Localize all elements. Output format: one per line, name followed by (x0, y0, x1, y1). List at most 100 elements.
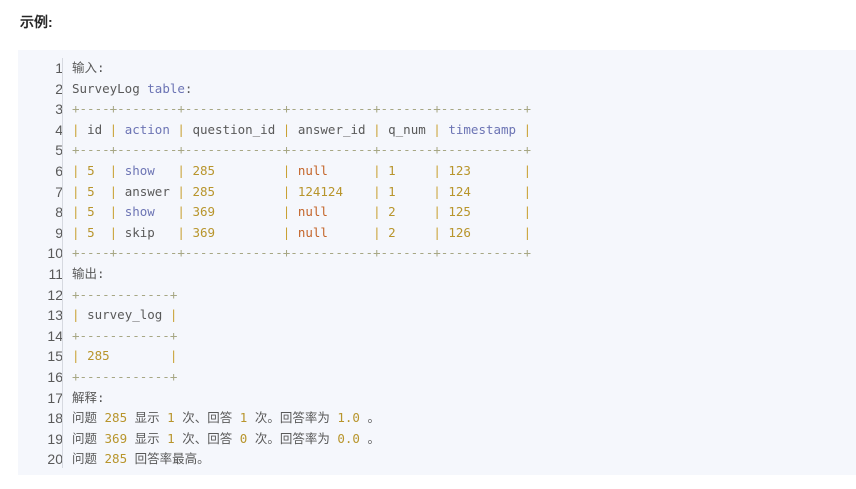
code-token: action (124, 121, 170, 137)
code-token: 123 (448, 162, 471, 178)
gutter-divider (62, 58, 63, 468)
code-token: | (425, 121, 449, 137)
code-token: survey_log (87, 307, 163, 323)
code-token: 1.0 (337, 410, 360, 426)
code-token: | (470, 224, 532, 240)
code-token: | (470, 183, 532, 199)
code-line: 输入: (72, 58, 531, 79)
line-number: 12 (47, 286, 63, 303)
code-token: | (94, 204, 125, 220)
code-token: null (297, 224, 328, 240)
code-line: 输出: (72, 264, 531, 285)
code-line: +------------+ (72, 326, 531, 347)
code-token: show (124, 162, 155, 178)
line-number: 15 (47, 348, 63, 365)
code-token: +----+--------+-------------+-----------… (72, 101, 532, 117)
line-number: 10 (47, 245, 63, 262)
code-token: 285 (192, 183, 216, 199)
code-line: 问题 369 显示 1 次、回答 0 次。回答率为 0.0 。 (72, 429, 531, 450)
code-token: 285 (104, 410, 128, 426)
code-token: 输入: (72, 60, 105, 75)
code-token: | (102, 121, 125, 137)
code-line: +------------+ (72, 367, 531, 388)
code-token: +------------+ (72, 368, 178, 384)
code-line: | 5 | show | 369 | null | 2 | 125 | (72, 202, 531, 223)
code-token: | (72, 162, 88, 178)
code-token: | (395, 183, 449, 199)
code-token: id (87, 121, 103, 137)
section-title: 示例: (20, 14, 53, 30)
code-token: | (72, 348, 88, 364)
line-number: 16 (47, 368, 63, 385)
code-token: 次。回答率为 (247, 430, 338, 446)
code-token: 次、回答 (174, 430, 240, 446)
code-token: | (154, 162, 193, 178)
code-token: 问题 (72, 451, 105, 467)
code-token: 次。回答率为 (247, 410, 338, 426)
code-token: 126 (448, 224, 471, 240)
code-token: | (72, 224, 88, 240)
code-token: null (297, 162, 328, 178)
code-token: 5 (87, 224, 95, 240)
code-line: 解释: (72, 388, 531, 409)
code-token: 。 (359, 410, 380, 426)
code-token: | (215, 204, 298, 220)
code-token: | (470, 204, 532, 220)
code-line: +----+--------+-------------+-----------… (72, 243, 531, 264)
code-token: 1 (388, 183, 396, 199)
code-token: 问题 (72, 430, 105, 446)
code-line: 问题 285 显示 1 次、回答 1 次。回答率为 1.0 。 (72, 408, 531, 429)
code-line: | survey_log | (72, 305, 531, 326)
code-token: | (94, 183, 125, 199)
code-token: | (327, 224, 389, 240)
code-token: | (395, 204, 449, 220)
code-token: 285 (104, 451, 128, 467)
code-token: 5 (87, 162, 95, 178)
line-number: 1 (55, 60, 63, 76)
line-number: 13 (47, 307, 63, 324)
code-token: timestamp (448, 121, 517, 137)
code-token: | (327, 204, 389, 220)
code-token: | (154, 204, 193, 220)
code-token: | (395, 224, 449, 240)
line-number: 5 (55, 142, 63, 159)
code-line: +----+--------+-------------+-----------… (72, 99, 531, 120)
code-token: 2 (388, 224, 396, 240)
code-token: +----+--------+-------------+-----------… (72, 142, 532, 158)
code-block: 1 2 3 4 5 6 7 8 9 10 11 12 13 14 15 16 17 18 19 20 输入: Surve… (18, 50, 856, 475)
code-token: answer_id (297, 121, 366, 137)
code-token: table (147, 80, 185, 96)
code-token: 369 (192, 224, 216, 240)
code-lines: 输入: SurveyLog table: +----+--------+------… (72, 58, 531, 470)
line-number: 2 (55, 80, 63, 97)
line-numbers: 1 2 3 4 5 6 7 8 9 10 11 12 13 14 15 16 17 18 19 20 (18, 58, 63, 470)
code-token: | (395, 162, 449, 178)
code-token: 2 (388, 204, 396, 220)
code-token: 显示 (127, 430, 168, 446)
code-token: 。 (359, 430, 380, 446)
code-token: 解释: (72, 389, 105, 405)
code-token: 124 (448, 183, 471, 199)
code-token: show (124, 204, 155, 220)
code-token: 0.0 (337, 430, 360, 446)
code-line: 问题 285 回答率最高。 (72, 449, 531, 470)
line-number: 7 (55, 183, 63, 200)
code-token: 次、回答 (174, 410, 240, 426)
line-number: 3 (55, 101, 63, 118)
code-token: answer (124, 183, 170, 199)
code-token: : (184, 80, 193, 96)
code-token: +----+--------+-------------+-----------… (72, 245, 532, 261)
code-token: 回答率最高。 (127, 451, 210, 467)
code-token: | (94, 224, 125, 240)
code-token: | (516, 121, 532, 137)
code-line: +----+--------+-------------+-----------… (72, 140, 531, 161)
code-token: | (72, 307, 88, 323)
code-token: 285 (87, 348, 110, 364)
code-line: | id | action | question_id | answer_id … (72, 120, 531, 141)
code-token: 124124 (297, 183, 343, 199)
line-number: 18 (47, 410, 63, 427)
code-token: | (169, 121, 193, 137)
code-token: 1 (388, 162, 396, 178)
line-number: 14 (47, 327, 63, 344)
line-number: 8 (55, 204, 63, 221)
